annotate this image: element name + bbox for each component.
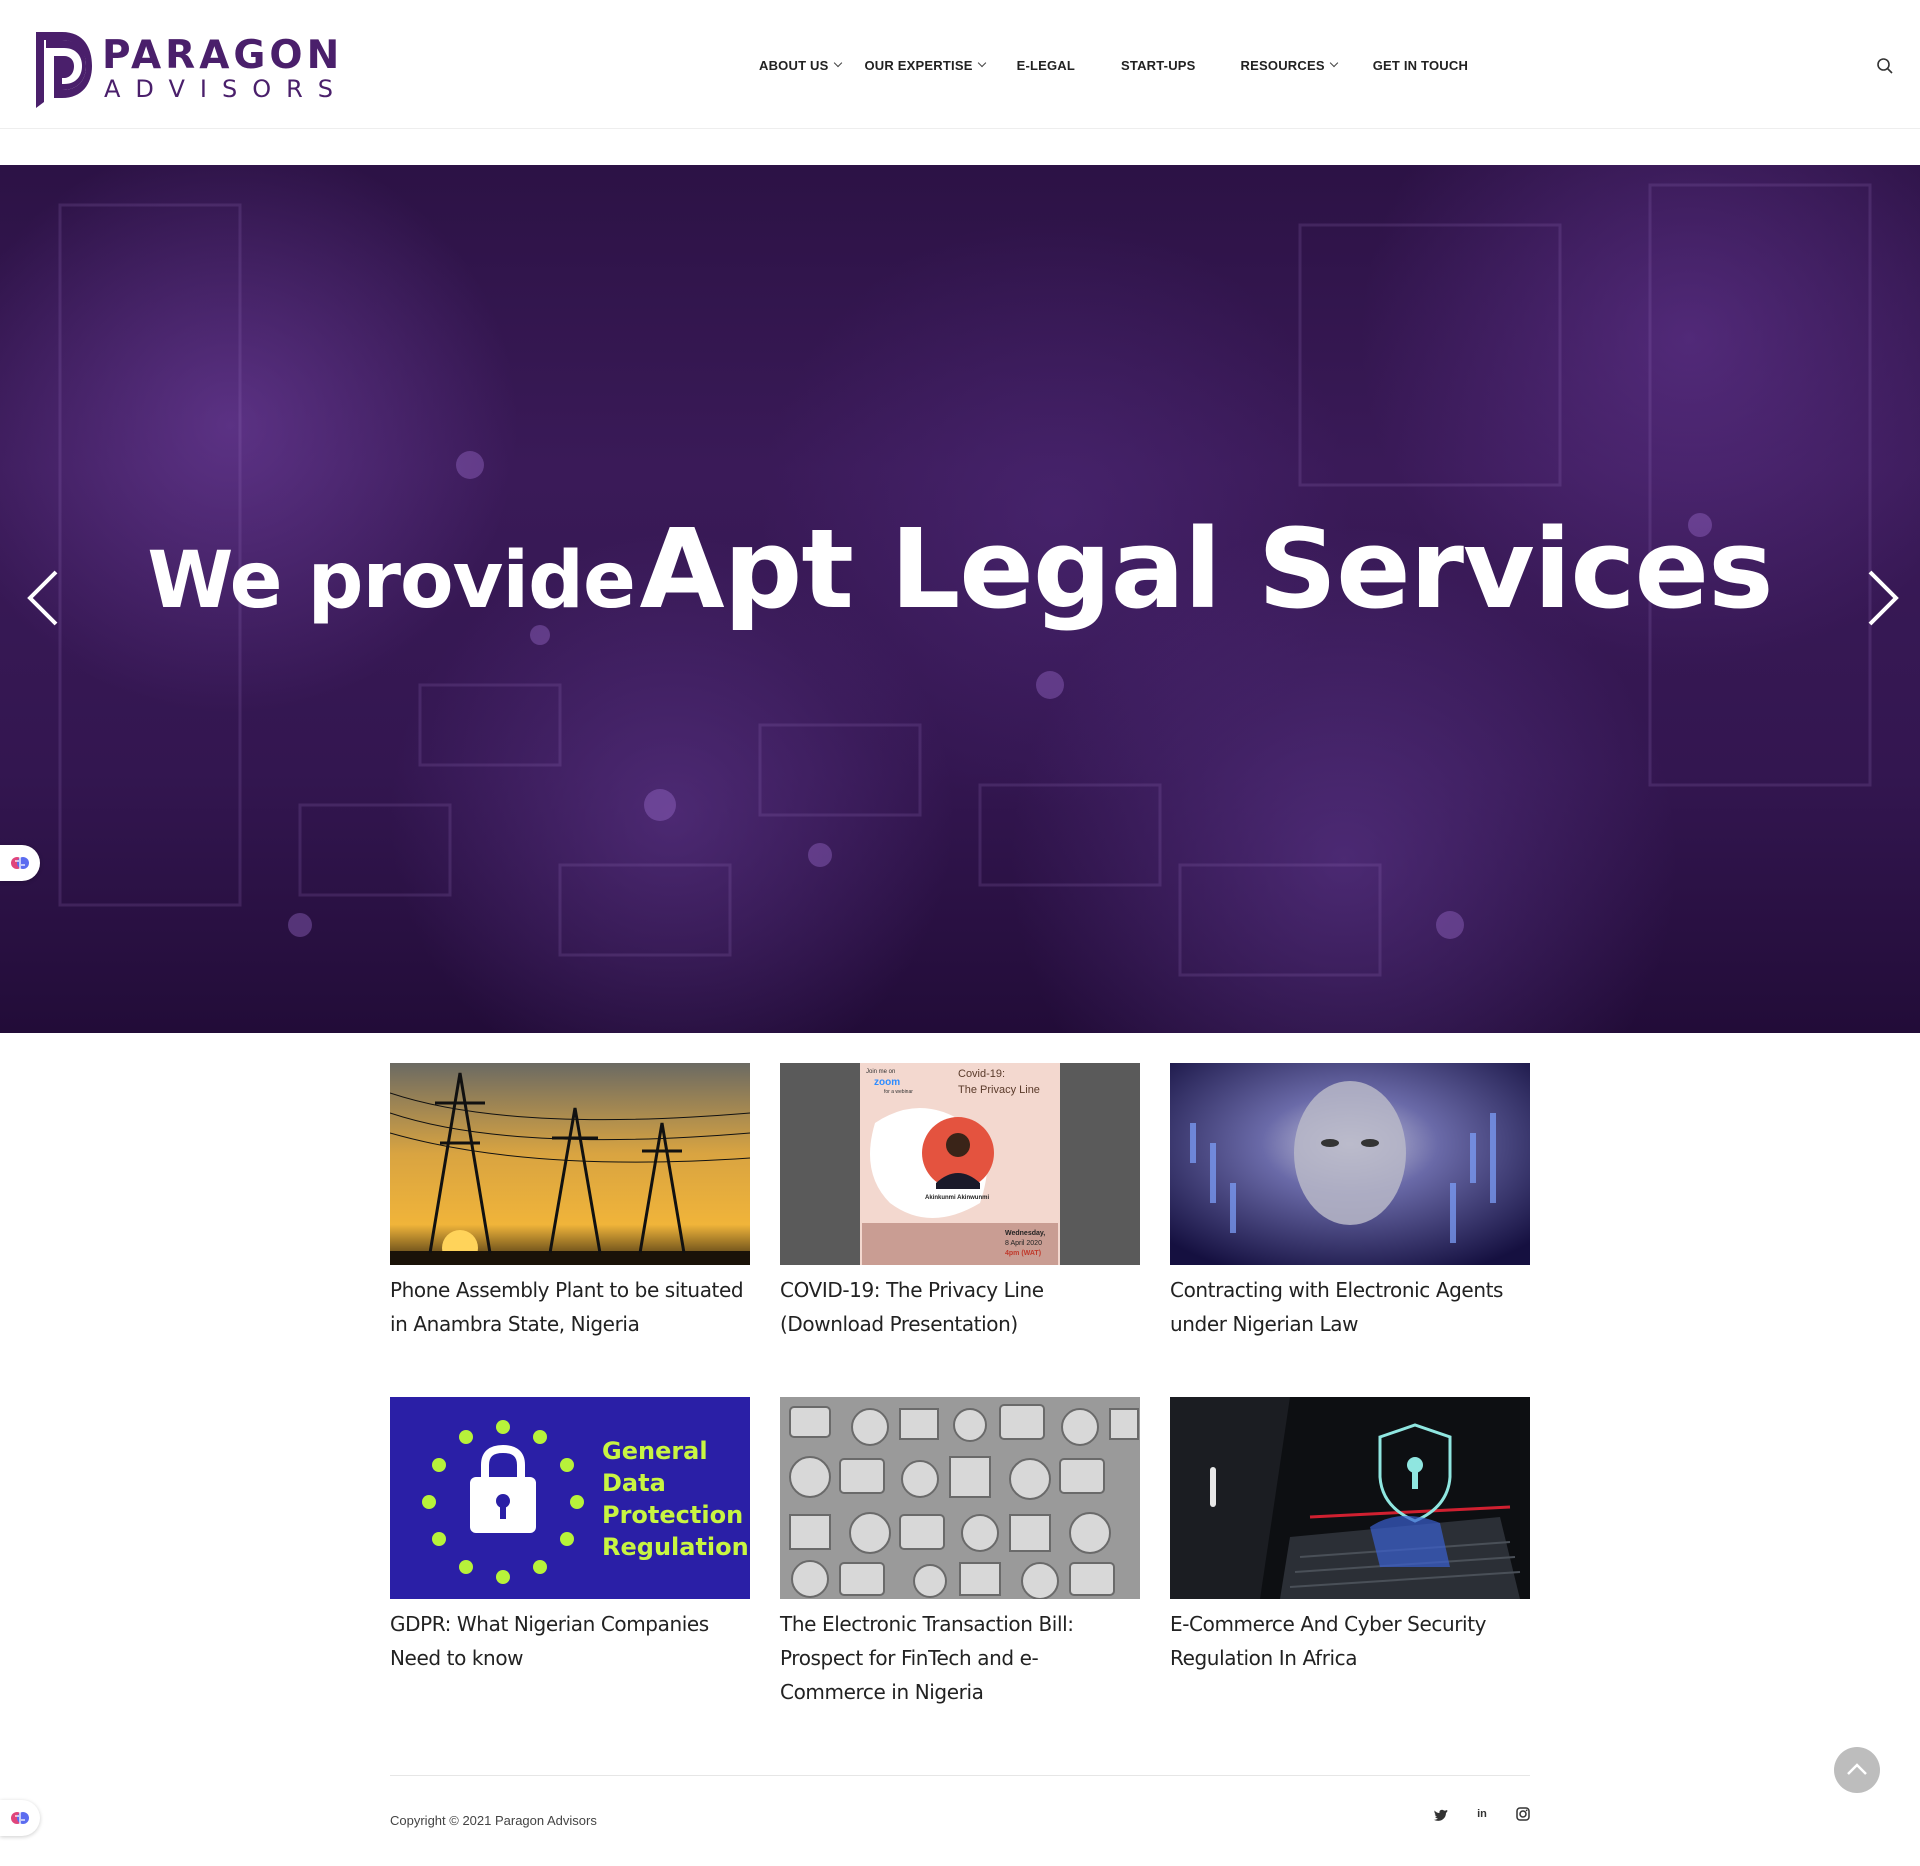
post-card: General Data Protection Regulation GDPR:… xyxy=(390,1397,750,1675)
footer-copyright: Copyright © 2021 Paragon Advisors xyxy=(390,1813,597,1828)
scroll-to-top-button[interactable] xyxy=(1834,1747,1880,1793)
gdpr-line4: Regulation xyxy=(602,1533,749,1561)
chevron-up-icon xyxy=(1847,1763,1867,1775)
main-nav: ABOUT US OUR EXPERTISE E-LEGAL START-UPS… xyxy=(759,54,1468,76)
chevron-left-icon[interactable] xyxy=(24,568,64,628)
brain-icon xyxy=(11,1812,29,1824)
hero-text-small: We provide xyxy=(147,536,636,626)
linkedin-icon[interactable]: in xyxy=(1473,1805,1491,1823)
twitter-icon[interactable] xyxy=(1432,1805,1450,1823)
post-card: Contracting with Electronic Agents under… xyxy=(1170,1063,1530,1341)
post-thumbnail-ai-face[interactable] xyxy=(1170,1063,1530,1265)
post-card: Phone Assembly Plant to be situated in A… xyxy=(390,1063,750,1341)
post-card: The Electronic Transaction Bill: Prospec… xyxy=(780,1397,1140,1709)
brand-subtitle: ADVISORS xyxy=(104,75,349,103)
post-title[interactable]: E-Commerce And Cyber Security Regulation… xyxy=(1170,1607,1530,1675)
hero-slider: We provide Apt Legal Services xyxy=(0,165,1920,1033)
nav-label: ABOUT US xyxy=(759,57,829,73)
post-thumbnail-cyber-security[interactable] xyxy=(1170,1397,1530,1599)
post-thumbnail-icons-pattern[interactable] xyxy=(780,1397,1140,1599)
post-thumbnail-power-lines[interactable] xyxy=(390,1063,750,1265)
post-thumbnail-gdpr[interactable]: General Data Protection Regulation xyxy=(390,1397,750,1599)
post-title[interactable]: The Electronic Transaction Bill: Prospec… xyxy=(780,1607,1140,1709)
nav-item-our-expertise[interactable]: OUR EXPERTISE xyxy=(864,57,986,73)
logo-mark-icon xyxy=(36,32,92,108)
post-thumbnail-webinar[interactable]: Join me on zoom for a webinar Covid-19: … xyxy=(780,1063,1140,1265)
post-card: E-Commerce And Cyber Security Regulation… xyxy=(1170,1397,1530,1675)
nav-label: GET IN TOUCH xyxy=(1372,57,1469,73)
webinar-subheading: The Privacy Line xyxy=(958,1084,1040,1096)
nav-label: RESOURCES xyxy=(1240,57,1325,73)
chevron-down-icon xyxy=(833,58,842,68)
nav-item-e-legal[interactable]: E-LEGAL xyxy=(1017,58,1075,73)
gdpr-line3: Protection xyxy=(602,1501,743,1529)
post-title[interactable]: Phone Assembly Plant to be situated in A… xyxy=(390,1273,750,1341)
gdpr-line1: General xyxy=(602,1437,708,1465)
webinar-date2: 8 April 2020 xyxy=(1005,1240,1042,1247)
linkedin-label: in xyxy=(1477,1808,1487,1820)
webinar-join-text: Join me on xyxy=(866,1069,895,1075)
hero-headline: We provide Apt Legal Services xyxy=(0,505,1920,633)
webinar-date: Wednesday, xyxy=(1005,1230,1045,1237)
post-title[interactable]: GDPR: What Nigerian Companies Need to kn… xyxy=(390,1607,750,1675)
webinar-for-text: for a webinar xyxy=(884,1089,913,1095)
footer-divider xyxy=(390,1775,1530,1776)
post-card: Join me on zoom for a webinar Covid-19: … xyxy=(780,1063,1140,1341)
webinar-zoom-text: zoom xyxy=(874,1077,900,1088)
nav-label: OUR EXPERTISE xyxy=(864,57,973,73)
nav-item-start-ups[interactable]: START-UPS xyxy=(1121,58,1196,73)
search-icon[interactable] xyxy=(1876,57,1894,75)
chevron-down-icon xyxy=(977,58,986,68)
post-title[interactable]: Contracting with Electronic Agents under… xyxy=(1170,1273,1530,1341)
brain-icon xyxy=(11,857,29,869)
nav-item-about-us[interactable]: ABOUT US xyxy=(759,57,842,73)
gdpr-line2: Data xyxy=(602,1469,666,1497)
chevron-down-icon xyxy=(1329,58,1338,68)
site-header: PARAGON ADVISORS ABOUT US OUR EXPERTISE … xyxy=(0,0,1920,129)
webinar-time: 4pm (WAT) xyxy=(1005,1250,1041,1257)
brand-name: PARAGON xyxy=(102,33,344,78)
nav-item-resources[interactable]: RESOURCES xyxy=(1240,57,1338,73)
nav-label: E-LEGAL xyxy=(1016,57,1076,73)
instagram-icon[interactable] xyxy=(1514,1805,1532,1823)
webinar-heading: Covid-19: xyxy=(958,1068,1005,1080)
accessibility-widget-bottom[interactable] xyxy=(0,1800,40,1836)
accessibility-widget[interactable] xyxy=(0,845,40,881)
post-title[interactable]: COVID-19: The Privacy Line (Download Pre… xyxy=(780,1273,1140,1341)
nav-item-get-in-touch[interactable]: GET IN TOUCH xyxy=(1373,58,1468,73)
logo-link[interactable]: PARAGON ADVISORS xyxy=(32,28,342,110)
chevron-right-icon[interactable] xyxy=(1862,568,1902,628)
nav-label: START-UPS xyxy=(1121,57,1196,73)
webinar-speaker: Akinkunmi Akinwunmi xyxy=(925,1195,989,1201)
hero-text-big: Apt Legal Services xyxy=(639,505,1773,633)
